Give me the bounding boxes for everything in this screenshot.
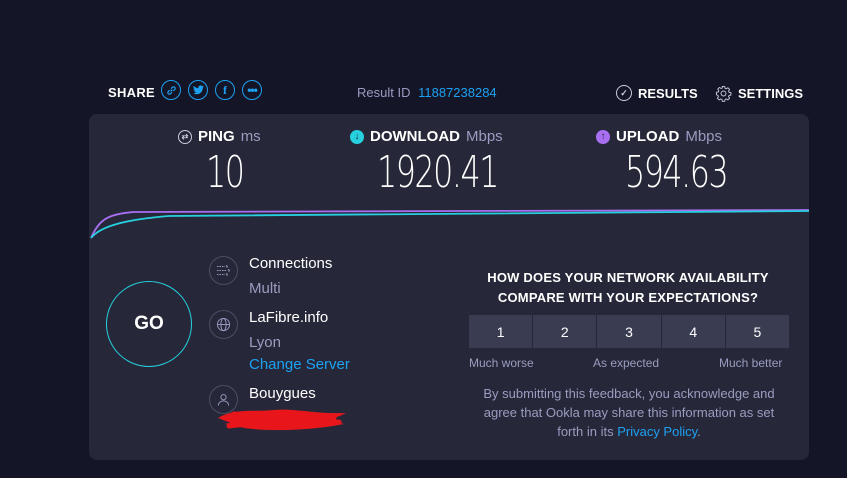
ping-header: ⇄ PING ms xyxy=(178,128,261,145)
rating-option-1[interactable]: 1 xyxy=(469,315,533,348)
connections-value: Multi xyxy=(249,280,281,297)
download-value: 1920.41 xyxy=(377,147,499,198)
change-server-link[interactable]: Change Server xyxy=(249,356,350,373)
share-label: SHARE xyxy=(108,85,156,100)
server-location: Lyon xyxy=(249,334,281,351)
result-id-link[interactable]: 11887238284 xyxy=(418,85,497,100)
upload-label: UPLOAD xyxy=(616,128,680,145)
settings-label: SETTINGS xyxy=(738,86,804,101)
provider-name: Bouygues xyxy=(249,385,316,402)
speed-graph xyxy=(90,209,809,239)
connections-title: Connections xyxy=(249,255,333,272)
survey-question: HOW DOES YOUR NETWORK AVAILABILITY COMPA… xyxy=(487,270,769,305)
server-name: LaFibre.info xyxy=(249,309,329,326)
results-label: RESULTS xyxy=(638,85,698,101)
rating-option-4[interactable]: 4 xyxy=(661,315,725,348)
disclaimer-period: . xyxy=(697,424,701,439)
twitter-icon[interactable] xyxy=(188,80,208,100)
result-id: Result ID 11887238284 xyxy=(357,85,497,100)
rating-option-5[interactable]: 5 xyxy=(725,315,790,348)
upload-value: 594.63 xyxy=(625,147,729,198)
link-icon[interactable] xyxy=(161,80,181,100)
rating-label-high: Much better xyxy=(719,356,783,370)
connections-icon xyxy=(209,256,238,285)
download-header: ↓ DOWNLOAD Mbps xyxy=(350,128,503,145)
upload-metric: ↑ UPLOAD Mbps xyxy=(596,128,722,145)
feedback-disclaimer: By submitting this feedback, you acknowl… xyxy=(469,384,789,441)
ping-unit: ms xyxy=(240,128,261,145)
privacy-policy-link[interactable]: Privacy Policy xyxy=(617,424,697,439)
upload-arrow-icon: ↑ xyxy=(596,129,610,144)
rating-label-mid: As expected xyxy=(593,356,660,370)
download-graph-line xyxy=(90,210,809,239)
ping-metric: ⇄ PING ms xyxy=(178,128,261,145)
download-label: DOWNLOAD xyxy=(370,128,460,145)
redaction-scribble xyxy=(218,409,346,431)
ping-label: PING xyxy=(198,128,235,145)
upload-unit: Mbps xyxy=(685,128,723,145)
more-icon[interactable]: ••• xyxy=(242,80,262,100)
rating-scale: 1 2 3 4 5 xyxy=(469,315,790,348)
ping-value: 10 xyxy=(206,147,245,198)
rating-option-3[interactable]: 3 xyxy=(597,315,661,348)
go-button[interactable]: GO xyxy=(106,281,192,367)
upload-header: ↑ UPLOAD Mbps xyxy=(596,128,722,145)
result-id-label: Result ID xyxy=(357,85,411,100)
download-arrow-icon: ↓ xyxy=(350,129,364,144)
download-metric: ↓ DOWNLOAD Mbps xyxy=(350,128,503,145)
rating-label-low: Much worse xyxy=(469,356,534,370)
gear-icon xyxy=(715,85,732,102)
download-unit: Mbps xyxy=(466,128,503,145)
globe-icon xyxy=(209,310,238,339)
settings-button[interactable]: SETTINGS xyxy=(715,85,803,102)
facebook-icon[interactable]: f xyxy=(215,80,235,100)
results-button[interactable]: ✓ RESULTS xyxy=(616,85,698,101)
ping-icon: ⇄ xyxy=(178,129,192,144)
results-panel: ⇄ PING ms 10 ↓ DOWNLOAD Mbps 1920.41 ↑ U… xyxy=(89,114,809,460)
check-circle-icon: ✓ xyxy=(616,85,632,101)
rating-option-2[interactable]: 2 xyxy=(533,315,597,348)
